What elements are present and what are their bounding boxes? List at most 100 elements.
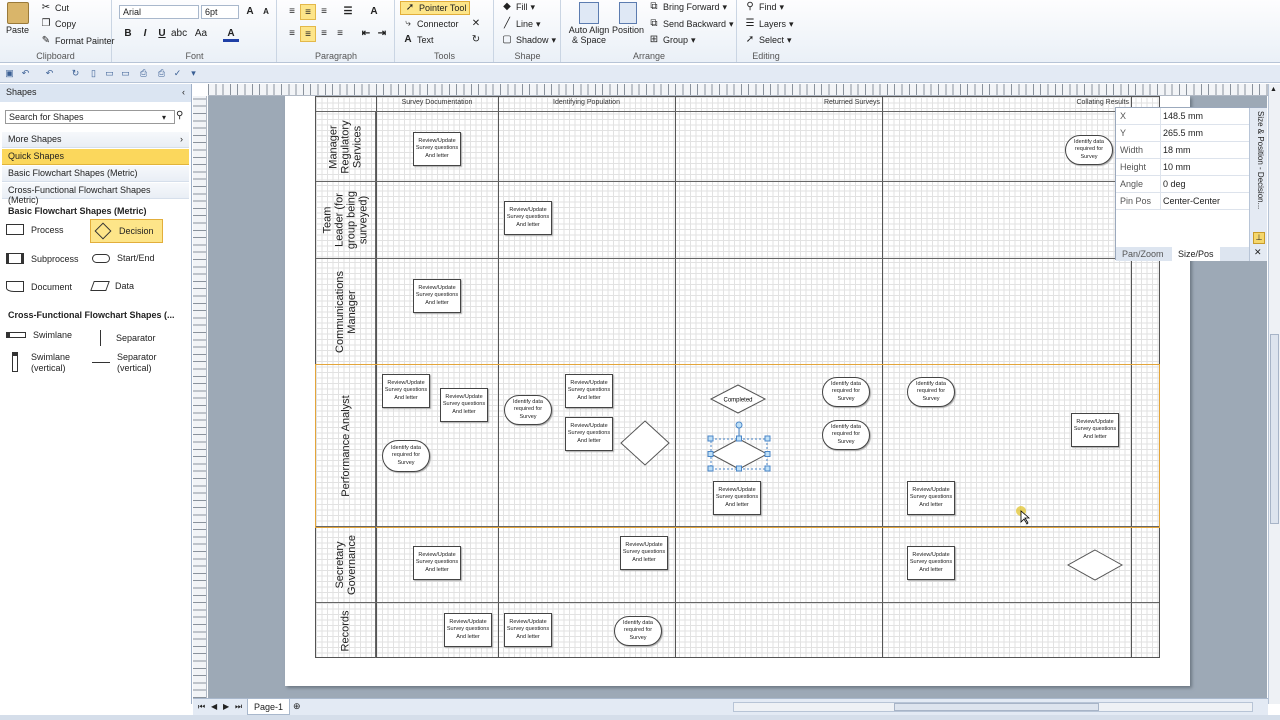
phase-label[interactable]: Identifying Population	[498, 99, 675, 106]
shadow-button[interactable]: ▢ Shadow ▾	[501, 34, 556, 46]
start-end-shape[interactable]: Identify data required for Survey	[822, 420, 870, 450]
process-shape[interactable]: Review/Update Survey questions And lette…	[413, 546, 461, 580]
process-shape[interactable]: Review/Update Survey questions And lette…	[440, 388, 488, 422]
separator-shape[interactable]: Separator	[92, 330, 156, 346]
last-page-icon[interactable]: ⏭	[235, 702, 242, 712]
quick-shapes-row[interactable]: Quick Shapes	[2, 149, 189, 165]
shrink-font-icon[interactable]: A	[258, 4, 274, 20]
search-input[interactable]: Search for Shapes	[5, 110, 175, 124]
check-icon[interactable]: ✓	[172, 68, 183, 79]
start-end-shape[interactable]: Identify data required for Survey	[907, 377, 955, 407]
start-end-shape[interactable]: Identify data required for Survey	[382, 440, 430, 472]
prop-row-angle[interactable]: Angle 0 deg	[1116, 176, 1249, 193]
decision-shape-completed[interactable]: Completed	[709, 383, 767, 415]
prop-row-width[interactable]: Width 18 mm	[1116, 142, 1249, 159]
prop-row-pinpos[interactable]: Pin Pos Center-Center	[1116, 193, 1249, 210]
auto-align-button[interactable]: Auto Align & Space	[566, 2, 612, 45]
folder-icon[interactable]: ▭	[120, 68, 131, 79]
copy-button[interactable]: ❐ Copy	[40, 18, 77, 30]
horizontal-scrollbar[interactable]	[733, 702, 1253, 712]
vertical-scrollbar[interactable]: ▲	[1268, 84, 1280, 704]
document-shape[interactable]: Document	[6, 281, 72, 292]
send-backward-button[interactable]: ⧉ Send Backward ▾	[648, 18, 733, 30]
drawing-canvas[interactable]: Survey Documentation Identifying Populat…	[208, 96, 1267, 698]
start-end-shape[interactable]: Identify data required for Survey	[1065, 135, 1113, 165]
decision-shape[interactable]	[619, 419, 671, 467]
prop-row-y[interactable]: Y 265.5 mm	[1116, 125, 1249, 142]
process-shape[interactable]: Review/Update Survey questions And lette…	[413, 132, 461, 166]
swimlane[interactable]: Records	[316, 603, 1159, 658]
process-shape[interactable]: Review/Update Survey questions And lette…	[504, 201, 552, 235]
decrease-indent-icon[interactable]: ⇤	[358, 26, 374, 42]
swimlane[interactable]: Team Leader (for group being surveyed)	[316, 182, 1159, 259]
italic-icon[interactable]: I	[137, 26, 153, 42]
process-shape[interactable]: Review/Update Survey questions And lette…	[620, 536, 668, 570]
process-shape[interactable]: Review/Update Survey questions And lette…	[382, 374, 430, 408]
bring-forward-button[interactable]: ⧉ Bring Forward ▾	[648, 1, 727, 13]
process-shape[interactable]: Review/Update Survey questions And lette…	[713, 481, 761, 515]
format-painter-button[interactable]: ✎ Format Painter	[40, 35, 115, 47]
undo-icon[interactable]: ↶	[20, 68, 31, 79]
print-icon[interactable]: ⎙	[138, 68, 149, 79]
tab-size-pos[interactable]: Size/Pos	[1172, 247, 1220, 261]
bullets-icon[interactable]: ☰	[340, 4, 356, 20]
start-end-shape[interactable]: Start/End	[92, 253, 155, 263]
separator-vertical-shape[interactable]: Separator (vertical)	[92, 352, 167, 374]
collapse-icon[interactable]: ‹	[182, 87, 185, 97]
fill-button[interactable]: ◆ Fill ▾	[501, 1, 535, 13]
cross-functional-flowchart[interactable]: Survey Documentation Identifying Populat…	[315, 96, 1160, 658]
position-button[interactable]: Position	[612, 2, 644, 35]
decision-shape[interactable]	[1066, 548, 1124, 582]
bold-icon[interactable]: B	[120, 26, 136, 42]
paste-button[interactable]: Paste	[6, 2, 29, 35]
text-direction-icon[interactable]: A	[366, 4, 382, 20]
decision-shape[interactable]: Decision	[90, 219, 163, 243]
data-shape[interactable]: Data	[90, 281, 134, 291]
process-shape[interactable]: Review/Update Survey questions And lette…	[907, 481, 955, 515]
increase-indent-icon[interactable]: ⇥	[374, 26, 390, 42]
phase-label[interactable]: Survey Documentation	[376, 99, 498, 106]
align-left-icon[interactable]: ≡	[284, 26, 300, 42]
process-shape[interactable]: Review/Update Survey questions And lette…	[565, 417, 613, 451]
connector-button[interactable]: ⤷ Connector	[402, 18, 458, 30]
prop-row-height[interactable]: Height 10 mm	[1116, 159, 1249, 176]
text-tool-button[interactable]: A Text	[402, 34, 433, 46]
chevron-down-icon[interactable]: ▾	[188, 68, 199, 79]
preview-icon[interactable]: ⎙	[156, 68, 167, 79]
process-shape[interactable]: Review/Update Survey questions And lette…	[504, 613, 552, 647]
rotate-icon[interactable]: ↻	[468, 32, 484, 48]
swimlane-shape[interactable]: Swimlane	[6, 330, 72, 340]
pointer-tool-button[interactable]: ➚ Pointer Tool	[400, 1, 471, 15]
justify-icon[interactable]: ≡	[332, 26, 348, 42]
first-page-icon[interactable]: ⏮	[198, 702, 205, 712]
process-shape[interactable]: Review/Update Survey questions And lette…	[1071, 413, 1119, 447]
underline-icon[interactable]: U	[154, 26, 170, 42]
align-bottom-icon[interactable]: ≡	[316, 4, 332, 20]
search-icon[interactable]: ⚲	[176, 110, 183, 121]
undo-icon[interactable]: ↶	[44, 68, 55, 79]
strikethrough-icon[interactable]: abc	[171, 26, 187, 42]
select-button[interactable]: ➚ Select ▾	[744, 34, 792, 46]
align-middle-icon[interactable]: ≡	[300, 4, 316, 20]
more-shapes-row[interactable]: More Shapes ›	[2, 132, 189, 148]
process-shape[interactable]: Review/Update Survey questions And lette…	[413, 279, 461, 313]
stencil-basic-row[interactable]: Basic Flowchart Shapes (Metric)	[2, 166, 189, 182]
page-tab[interactable]: Page-1	[247, 699, 291, 715]
open-icon[interactable]: ▭	[104, 68, 115, 79]
next-page-icon[interactable]: ▶	[223, 702, 229, 711]
font-color-icon[interactable]: A	[223, 26, 239, 42]
start-end-shape[interactable]: Identify data required for Survey	[614, 616, 662, 646]
find-button[interactable]: ⚲ Find ▾	[744, 1, 784, 13]
phase-label[interactable]: Returned Surveys	[675, 99, 882, 106]
line-button[interactable]: ╱ Line ▾	[501, 18, 541, 30]
redo-icon[interactable]: ↻	[70, 68, 81, 79]
prop-row-x[interactable]: X 148.5 mm	[1116, 108, 1249, 125]
pin-icon[interactable]: ⊥	[1253, 232, 1265, 244]
swimlane-vertical-shape[interactable]: Swimlane (vertical)	[6, 352, 81, 374]
group-button[interactable]: ⊞ Group ▾	[648, 34, 696, 46]
prev-page-icon[interactable]: ◀	[211, 702, 217, 711]
process-shape[interactable]: Review/Update Survey questions And lette…	[565, 374, 613, 408]
start-end-shape[interactable]: Identify data required for Survey	[504, 395, 552, 425]
save-icon[interactable]: ▣	[4, 68, 15, 79]
close-icon[interactable]: ✕	[468, 16, 484, 32]
